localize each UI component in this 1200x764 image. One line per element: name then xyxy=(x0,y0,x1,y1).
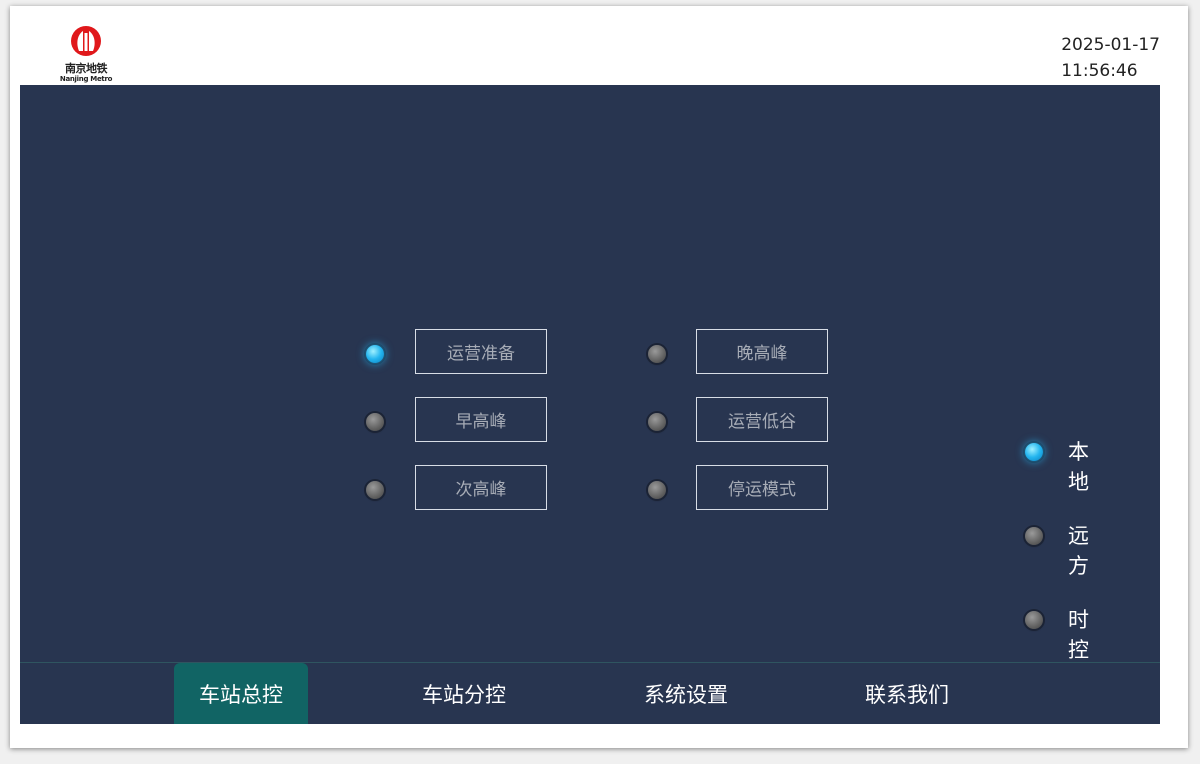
control-source-led xyxy=(1025,611,1043,629)
mode-row-off-peak: 运营低谷 xyxy=(644,396,844,444)
mode-button-off-peak[interactable]: 运营低谷 xyxy=(696,397,828,442)
mode-row-secondary-peak: 次高峰 xyxy=(363,464,563,512)
logo-text-en: Nanjing Metro xyxy=(59,75,113,83)
control-source-timed[interactable]: 时控 xyxy=(1005,599,1125,662)
mode-indicator-led xyxy=(648,345,666,363)
mode-indicator-led xyxy=(366,413,384,431)
control-source-led xyxy=(1025,443,1043,461)
mode-indicator-led xyxy=(366,345,384,363)
metro-logo-icon xyxy=(71,26,101,56)
mode-row-morning-peak: 早高峰 xyxy=(363,396,563,444)
mode-indicator-led xyxy=(366,481,384,499)
control-source-label: 本地 xyxy=(1068,440,1097,494)
bottom-nav: 车站总控 车站分控 系统设置 联系我们 xyxy=(20,662,1160,724)
control-source-local[interactable]: 本地 xyxy=(1005,430,1125,494)
nanjing-metro-logo: 南京地铁 Nanjing Metro xyxy=(58,24,114,86)
mode-indicator-led xyxy=(648,481,666,499)
tab-station-master-control[interactable]: 车站总控 xyxy=(174,663,308,724)
control-source-led xyxy=(1025,527,1043,545)
current-time: 11:56:46 xyxy=(1061,61,1138,81)
mode-button-secondary-peak[interactable]: 次高峰 xyxy=(415,465,547,510)
logo-text-cn: 南京地铁 xyxy=(65,62,108,75)
mode-button-morning-peak[interactable]: 早高峰 xyxy=(415,397,547,442)
control-source-label: 远方 xyxy=(1068,524,1097,578)
mode-row-evening-peak: 晚高峰 xyxy=(644,329,844,377)
current-date: 2025-01-17 xyxy=(1061,35,1160,55)
header: 南京地铁 Nanjing Metro 2025-01-17 11:56:46 xyxy=(10,6,1188,91)
mode-button-shutdown[interactable]: 停运模式 xyxy=(696,465,828,510)
control-source-remote[interactable]: 远方 xyxy=(1005,515,1125,578)
control-panel: 运营准备 早高峰 次高峰 晚高峰 运营低谷 停运模式 本地 远方 时控 xyxy=(20,85,1160,662)
mode-button-operation-prep[interactable]: 运营准备 xyxy=(415,329,547,374)
datetime: 2025-01-17 11:56:46 xyxy=(1061,32,1160,84)
mode-row-shutdown: 停运模式 xyxy=(644,464,844,512)
control-source-label: 时控 xyxy=(1068,608,1097,662)
mode-indicator-led xyxy=(648,413,666,431)
tab-system-settings[interactable]: 系统设置 xyxy=(619,663,753,724)
tab-station-sub-control[interactable]: 车站分控 xyxy=(397,663,531,724)
tab-contact-us[interactable]: 联系我们 xyxy=(840,663,974,724)
mode-button-evening-peak[interactable]: 晚高峰 xyxy=(696,329,828,374)
mode-row-prep: 运营准备 xyxy=(363,329,563,377)
